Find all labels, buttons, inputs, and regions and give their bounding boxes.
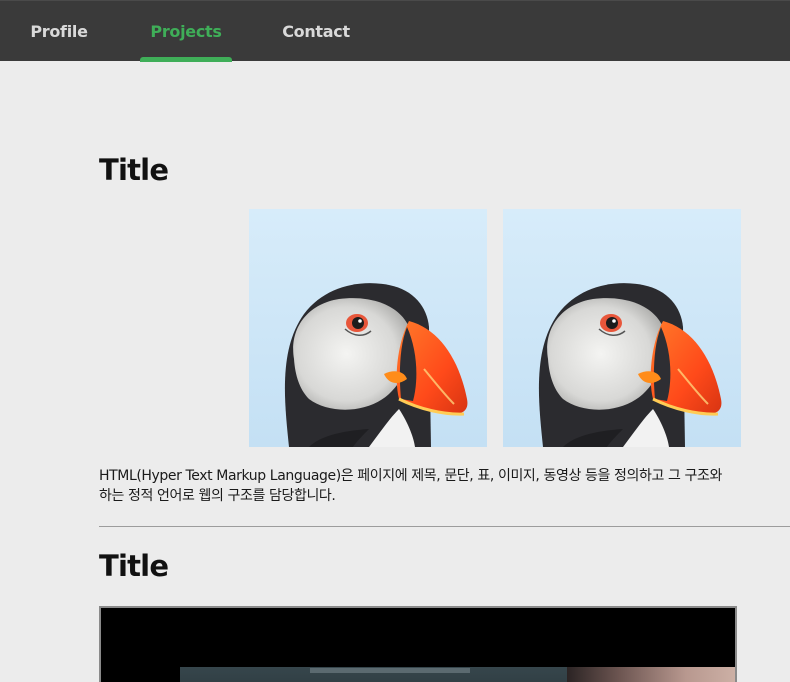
nav-tab-label: Projects [150, 22, 222, 41]
main-content: Title HTML(Hyper Text Markup Language)은 … [0, 61, 790, 682]
puffin-photo [503, 209, 741, 447]
nav-tab-profile[interactable]: Profile [18, 1, 100, 62]
video-content-person [567, 667, 735, 682]
nav-tab-contact[interactable]: Contact [274, 1, 358, 62]
description-line: 하는 정적 언어로 웹의 구조를 담당합니다. [99, 488, 336, 504]
puffin-photo [249, 209, 487, 447]
section-divider [99, 526, 790, 527]
top-navigation-bar: Profile Projects Contact [0, 0, 790, 62]
description-line: HTML(Hyper Text Markup Language)은 페이지에 제… [99, 468, 722, 484]
video-content-detail [310, 668, 470, 673]
nav-tab-label: Profile [30, 22, 88, 41]
video-player[interactable] [99, 606, 737, 682]
section-title: Title [99, 549, 169, 583]
section-title: Title [99, 153, 169, 187]
nav-tab-projects[interactable]: Projects [140, 1, 232, 62]
nav-tab-label: Contact [282, 22, 350, 41]
section-description: HTML(Hyper Text Markup Language)은 페이지에 제… [99, 466, 790, 506]
